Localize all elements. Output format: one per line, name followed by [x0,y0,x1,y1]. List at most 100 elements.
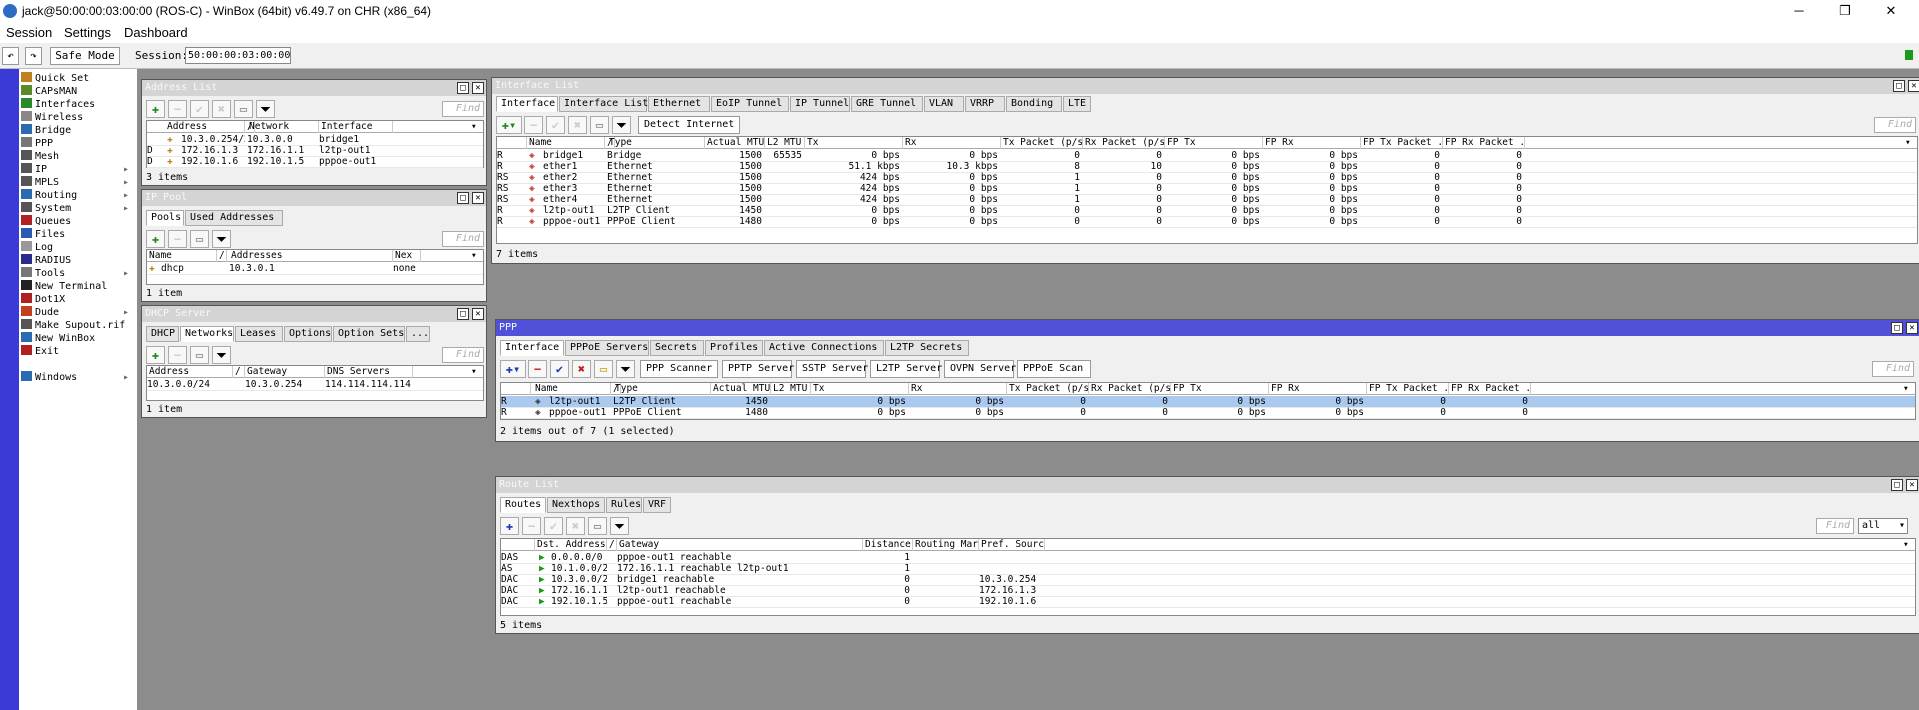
maximize-icon[interactable]: □ [1891,479,1903,491]
column-chooser-icon[interactable]: ▾ [471,121,481,133]
column-header[interactable]: Rx Packet (p/s) [1089,383,1171,395]
filter-icon[interactable]: ⏷ [212,230,231,248]
comment-icon[interactable]: ▭ [190,230,209,248]
column-header[interactable]: Distance [863,539,913,551]
tab-pppoe-servers[interactable]: PPPoE Servers [565,340,649,356]
sidebar-item-windows[interactable]: Windows ▸ [21,370,133,386]
find-input[interactable]: Find [442,101,484,117]
filter-icon[interactable]: ⏷ [610,517,629,535]
redo-button[interactable]: ↷ [25,47,42,65]
add-icon[interactable]: ✚ [500,517,519,535]
tab-gre-tunnel[interactable]: GRE Tunnel [851,96,923,112]
close-icon[interactable]: ✕ [1908,80,1919,92]
column-header[interactable]: Name [147,250,217,262]
close-icon[interactable]: ✕ [472,308,484,320]
column-header[interactable]: Tx [811,383,909,395]
tab-interface[interactable]: Interface [500,340,564,356]
find-input[interactable]: Find [442,347,484,363]
tab-eoip-tunnel[interactable]: EoIP Tunnel [711,96,789,112]
column-header[interactable]: Network [247,121,319,133]
tab-interface[interactable]: Interface [496,96,558,112]
disable-icon[interactable]: ✖ [212,100,231,118]
column-header[interactable]: Name [527,137,605,149]
table-row[interactable]: 10.3.0.0/24 10.3.0.254 114.114.114.114 [147,379,483,391]
tab-pools[interactable]: Pools [146,210,184,226]
tab-bonding[interactable]: Bonding [1006,96,1062,112]
filter-icon[interactable]: ⏷ [616,360,635,378]
tab-option-sets[interactable]: Option Sets [333,326,405,342]
column-header[interactable]: Actual MTU [705,137,765,149]
tab-lte[interactable]: LTE [1063,96,1091,112]
column-header[interactable]: FP Rx [1263,137,1361,149]
maximize-icon[interactable]: □ [1891,322,1903,334]
comment-icon[interactable]: ▭ [190,346,209,364]
maximize-icon[interactable]: □ [1893,80,1905,92]
column-header[interactable]: Gateway [617,539,863,551]
column-header[interactable]: FP Tx [1171,383,1269,395]
disable-icon[interactable]: ✖ [566,517,585,535]
find-input[interactable]: Find [1872,361,1914,377]
enable-icon[interactable]: ✔ [550,360,569,378]
menu-settings[interactable]: Settings [64,25,111,40]
column-header[interactable]: FP Tx Packet ... [1367,383,1449,395]
filter-icon[interactable]: ⏷ [256,100,275,118]
tab-vrf[interactable]: VRF [643,497,671,513]
column-header[interactable]: FP Tx [1165,137,1263,149]
remove-icon[interactable]: − [524,116,543,134]
session-input[interactable]: 50:00:00:03:00:00 [185,47,291,64]
ovpn-server-button[interactable]: OVPN Server [944,360,1016,378]
maximize-icon[interactable]: □ [457,82,469,94]
find-input[interactable]: Find [1874,117,1916,133]
column-header[interactable]: FP Rx [1269,383,1367,395]
column-header[interactable]: / [233,366,245,378]
column-chooser-icon[interactable]: ▾ [471,250,481,262]
column-header[interactable]: DNS Servers [325,366,413,378]
enable-icon[interactable]: ✔ [546,116,565,134]
tab-networks[interactable]: Networks [180,326,234,342]
table-row[interactable]: dhcp 10.3.0.1 none ✚ [147,263,483,275]
column-header[interactable]: L2 MTU [765,137,805,149]
add-icon[interactable]: ✚ [146,100,165,118]
pppoe-scan-button[interactable]: PPPoE Scan [1017,360,1091,378]
column-header[interactable]: Nex [393,250,421,262]
table-row[interactable]: Rpppoe-out1 PPPoE Client 1480 0 bps 0 bps 0 0 0… [501,407,1915,419]
tab-ip-tunnel[interactable]: IP Tunnel [790,96,850,112]
remove-icon[interactable]: − [168,230,187,248]
undo-button[interactable]: ↶ [2,47,19,65]
column-header[interactable]: Routing Mark [913,539,979,551]
column-header[interactable]: Address [147,366,233,378]
column-header[interactable]: / [607,539,617,551]
tab-leases[interactable]: Leases [235,326,283,342]
column-chooser-icon[interactable]: ▾ [471,366,481,378]
menu-session[interactable]: Session [6,25,52,40]
close-icon[interactable]: ✕ [1906,479,1918,491]
column-header[interactable]: Type [607,137,705,149]
tab-secrets[interactable]: Secrets [650,340,704,356]
comment-icon[interactable]: ▭ [594,360,613,378]
column-header[interactable]: Type [613,383,711,395]
maximize-icon[interactable]: □ [457,308,469,320]
add-icon[interactable]: ✚ [146,230,165,248]
safe-mode-button[interactable]: Safe Mode [50,47,120,65]
column-chooser-icon[interactable]: ▾ [1905,137,1915,149]
enable-icon[interactable]: ✔ [544,517,563,535]
close-icon[interactable]: ✕ [472,192,484,204]
tab-[interactable]: ... [406,326,430,342]
tab-profiles[interactable]: Profiles [705,340,763,356]
tab-l2tp-secrets[interactable]: L2TP Secrets [885,340,969,356]
close-button[interactable]: ✕ [1882,2,1900,20]
add-icon[interactable]: ✚ [146,346,165,364]
column-header[interactable]: Tx [805,137,903,149]
comment-icon[interactable]: ▭ [590,116,609,134]
tab-vrrp[interactable]: VRRP [965,96,1005,112]
detect-internet-button[interactable]: Detect Internet [638,116,741,134]
column-header[interactable]: Tx Packet (p/s) [1007,383,1089,395]
tab-routes[interactable]: Routes [500,497,546,513]
tab-dhcp[interactable]: DHCP [146,326,179,342]
column-header[interactable] [501,383,531,395]
column-header[interactable]: Rx Packet (p/s) [1083,137,1165,149]
pptp-server-button[interactable]: PPTP Server [722,360,794,378]
remove-icon[interactable]: − [168,346,187,364]
minimize-button[interactable]: ─ [1790,2,1808,20]
menu-dashboard[interactable]: Dashboard [124,25,188,40]
